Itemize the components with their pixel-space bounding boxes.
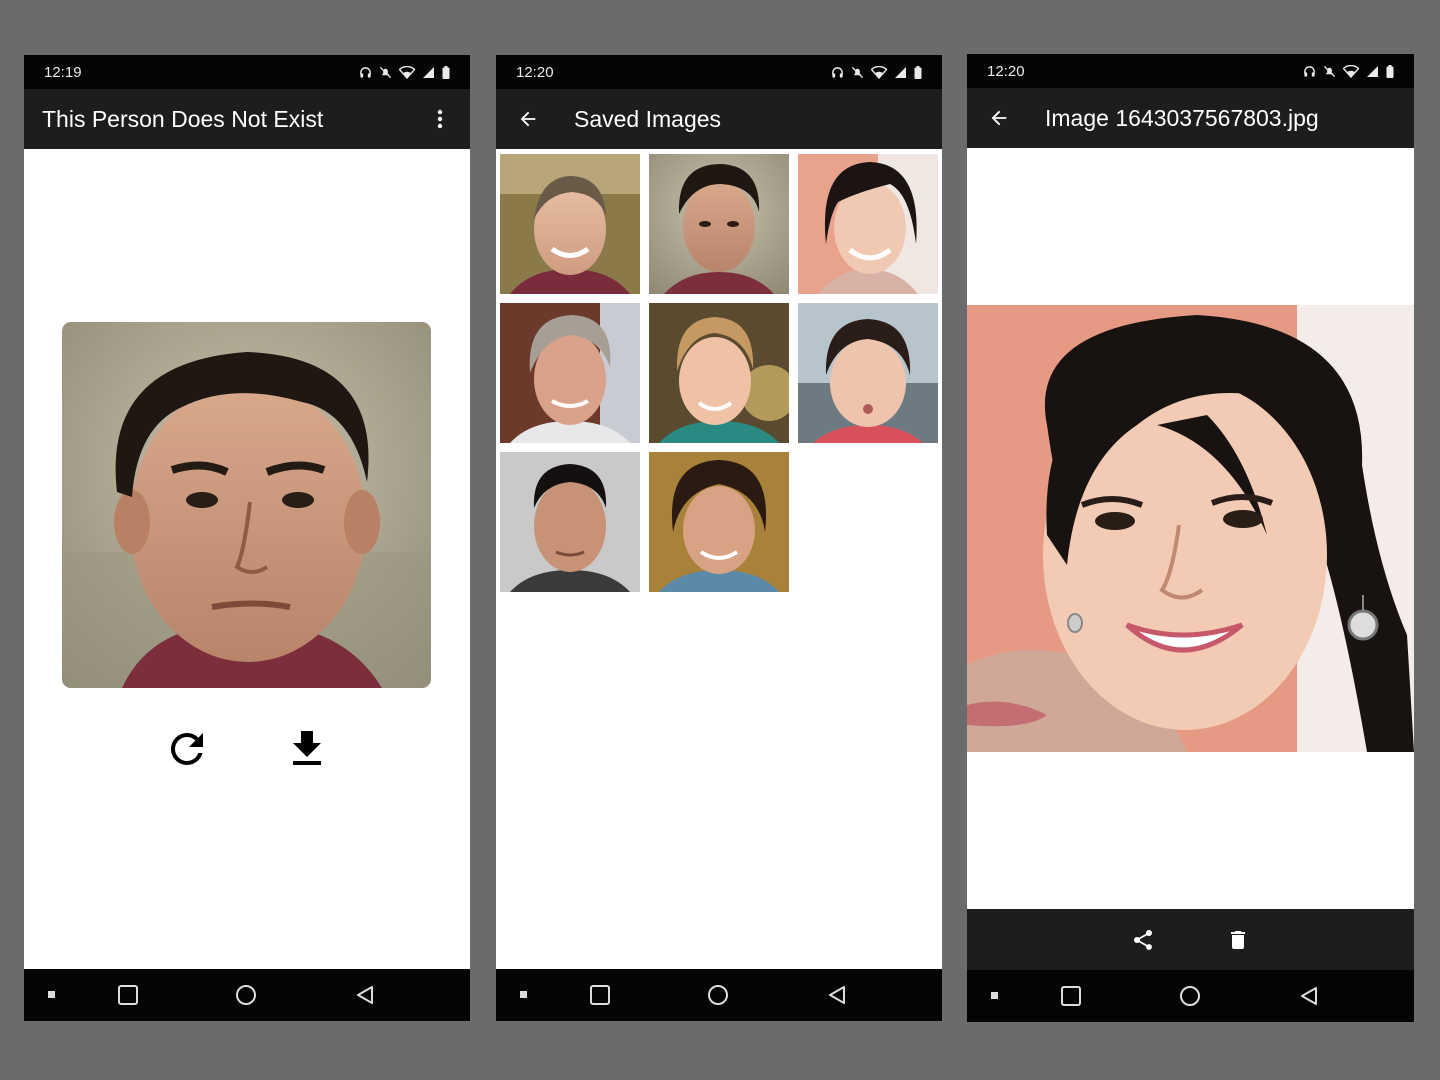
back-nav-button[interactable] — [1295, 982, 1323, 1010]
app-bar: This Person Does Not Exist — [24, 89, 470, 149]
mute-icon — [1323, 65, 1336, 77]
full-image — [967, 305, 1414, 752]
thumbnail-7[interactable] — [500, 452, 640, 592]
battery-icon — [914, 65, 922, 79]
home-button[interactable] — [1176, 982, 1204, 1010]
signal-icon — [423, 66, 434, 78]
headset-icon — [360, 66, 371, 78]
thumbnail-5[interactable] — [649, 303, 789, 443]
app-bar: Saved Images — [496, 89, 942, 149]
more-vert-icon — [437, 109, 443, 129]
recents-dot-button[interactable] — [510, 981, 538, 1009]
navigation-bar — [496, 969, 942, 1021]
recents-dot-button[interactable] — [38, 981, 66, 1009]
headset-icon — [1304, 65, 1315, 77]
status-bar: 12:20 — [496, 55, 942, 89]
triangle-back-icon — [829, 986, 845, 1004]
recents-dot-icon — [991, 992, 998, 999]
status-bar: 12:20 — [967, 54, 1414, 88]
square-icon — [118, 985, 138, 1005]
overflow-menu-button[interactable] — [428, 105, 452, 133]
headset-icon — [832, 66, 843, 78]
download-button[interactable] — [280, 722, 334, 776]
mute-icon — [379, 66, 392, 78]
thumbnail-2[interactable] — [649, 154, 789, 294]
page-title: This Person Does Not Exist — [42, 105, 324, 132]
back-nav-button[interactable] — [351, 981, 379, 1009]
battery-icon — [442, 65, 450, 79]
screen-home: 12:19 This Person Does Not Exist — [24, 55, 470, 1021]
navigation-bar — [967, 970, 1414, 1022]
status-time: 12:19 — [44, 63, 82, 81]
circle-icon — [708, 985, 728, 1005]
thumbnail-4[interactable] — [500, 303, 640, 443]
signal-icon — [895, 66, 906, 78]
arrow-back-icon — [991, 110, 1007, 126]
image-actions-bar — [967, 909, 1414, 970]
share-button[interactable] — [1130, 927, 1156, 953]
wifi-icon — [871, 65, 887, 79]
battery-icon — [1386, 64, 1394, 78]
delete-icon — [1231, 931, 1245, 949]
back-button[interactable] — [985, 104, 1013, 132]
home-button[interactable] — [704, 981, 732, 1009]
back-nav-button[interactable] — [823, 981, 851, 1009]
signal-icon — [1367, 65, 1378, 77]
status-bar: 12:19 — [24, 55, 470, 89]
page-title: Image 1643037567803.jpg — [1045, 104, 1319, 131]
status-icons — [1303, 64, 1394, 78]
triangle-back-icon — [357, 986, 373, 1004]
thumbnail-8[interactable] — [649, 452, 789, 592]
delete-button[interactable] — [1225, 927, 1251, 953]
wifi-icon — [1343, 64, 1359, 78]
page-title: Saved Images — [574, 105, 722, 132]
recents-dot-icon — [520, 991, 527, 998]
thumbnail-3[interactable] — [798, 154, 938, 294]
circle-icon — [1180, 986, 1200, 1006]
square-icon — [590, 985, 610, 1005]
app-bar: Image 1643037567803.jpg — [967, 88, 1414, 148]
wifi-icon — [399, 65, 415, 79]
circle-icon — [236, 985, 256, 1005]
square-icon — [1061, 986, 1081, 1006]
download-icon — [293, 731, 321, 765]
overview-button[interactable] — [1057, 982, 1085, 1010]
mute-icon — [851, 66, 864, 78]
arrow-back-icon — [520, 111, 536, 127]
overview-button[interactable] — [586, 981, 614, 1009]
share-icon — [1134, 930, 1152, 950]
status-icons — [831, 65, 922, 79]
navigation-bar — [24, 969, 470, 1021]
screen-image-viewer: 12:20 Image 1643037567803.jpg — [967, 54, 1414, 1022]
status-time: 12:20 — [516, 63, 554, 81]
thumbnail-6[interactable] — [798, 303, 938, 443]
status-icons — [359, 65, 450, 79]
screen-saved-images: 12:20 Saved Images — [496, 55, 942, 1021]
recents-dot-button[interactable] — [981, 982, 1009, 1010]
back-button[interactable] — [514, 105, 542, 133]
triangle-back-icon — [1301, 987, 1317, 1005]
overview-button[interactable] — [114, 981, 142, 1009]
refresh-button[interactable] — [160, 722, 214, 776]
thumbnail-1[interactable] — [500, 154, 640, 294]
status-time: 12:20 — [987, 62, 1025, 80]
generated-face-image — [62, 322, 431, 688]
recents-dot-icon — [48, 991, 55, 998]
refresh-icon — [170, 732, 203, 765]
home-button[interactable] — [232, 981, 260, 1009]
